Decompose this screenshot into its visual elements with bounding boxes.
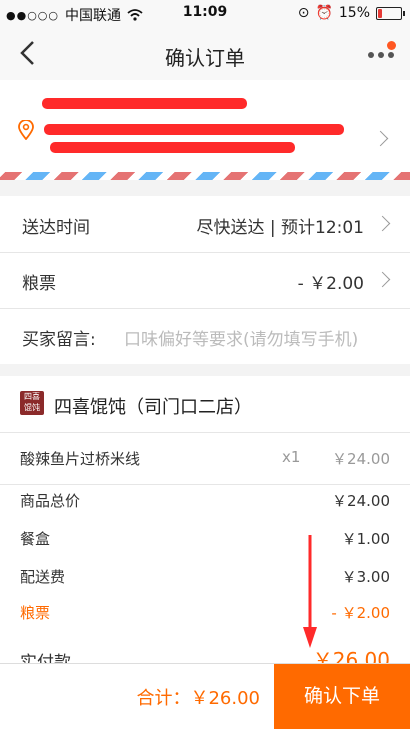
battery-icon — [376, 6, 405, 20]
delivery-fee-label: 配送费 — [20, 568, 66, 586]
shop-header[interactable]: 四喜 馄饨 四喜馄饨（司门口二店） — [0, 376, 410, 433]
subtotal-label: 商品总价 — [20, 492, 81, 510]
address-card[interactable] — [0, 80, 410, 180]
location-pin-icon — [18, 120, 34, 140]
note-label: 买家留言: — [22, 330, 96, 350]
coupon-value: - ￥2.00 — [297, 274, 364, 294]
more-dot-icon — [378, 52, 384, 58]
note-row[interactable]: 买家留言: 口味偏好等要求(请勿填写手机) — [0, 308, 410, 364]
total-label: 合计：￥26.00 — [136, 688, 260, 709]
nav-bar: 确认订单 — [0, 28, 410, 81]
shop-logo: 四喜 馄饨 — [20, 391, 44, 415]
redacted-scribble — [50, 142, 295, 153]
item-qty: x1 — [282, 448, 301, 466]
chevron-right-icon — [374, 215, 391, 232]
box-fee-line: 餐盒 ￥1.00 — [20, 528, 390, 548]
order-detail: 四喜 馄饨 四喜馄饨（司门口二店） 酸辣鱼片过桥米线 x1 ￥24.00 商品总价… — [0, 376, 410, 673]
coupon-row[interactable]: 粮票 - ￥2.00 — [0, 252, 410, 309]
subtotal-line: 商品总价 ￥24.00 — [20, 490, 390, 510]
confirm-order-button[interactable]: 确认下单 — [274, 664, 410, 729]
rotation-lock-icon: ⊙ — [297, 5, 310, 21]
status-right: ⊙ ⏰ 15% — [297, 5, 405, 21]
bottom-bar: 合计：￥26.00 确认下单 — [0, 663, 410, 729]
chevron-right-icon — [374, 271, 391, 288]
page-title: 确认订单 — [165, 46, 245, 70]
box-fee-value: ￥1.00 — [341, 530, 390, 548]
more-dot-icon — [388, 52, 394, 58]
box-fee-label: 餐盒 — [20, 530, 51, 548]
notification-badge — [387, 41, 396, 50]
coupon-discount-label: 粮票 — [20, 604, 51, 622]
redacted-scribble — [42, 98, 247, 109]
envelope-border — [0, 172, 410, 180]
more-dot-icon — [368, 52, 374, 58]
delivery-fee-line: 配送费 ￥3.00 — [20, 566, 390, 586]
battery-label: 15% — [338, 5, 370, 21]
coupon-label: 粮票 — [22, 274, 56, 294]
delivery-time-value: 尽快送达 | 预计12:01 — [196, 218, 364, 238]
delivery-fee-value: ￥3.00 — [341, 568, 390, 586]
list-item: 酸辣鱼片过桥米线 x1 ￥24.00 — [0, 432, 410, 485]
coupon-discount-value: - ￥2.00 — [331, 604, 390, 622]
item-name: 酸辣鱼片过桥米线 — [20, 450, 141, 468]
order-options: 送达时间 尽快送达 | 预计12:01 粮票 - ￥2.00 买家留言: 口味偏… — [0, 196, 410, 364]
alarm-icon: ⏰ — [315, 5, 333, 21]
more-button[interactable] — [364, 40, 400, 70]
redacted-scribble — [44, 124, 344, 135]
chevron-right-icon — [372, 130, 389, 147]
annotation-arrow — [303, 535, 317, 648]
delivery-time-row[interactable]: 送达时间 尽快送达 | 预计12:01 — [0, 196, 410, 253]
item-price: ￥24.00 — [332, 450, 390, 468]
subtotal-value: ￥24.00 — [332, 492, 390, 510]
shop-name: 四喜馄饨（司门口二店） — [54, 397, 252, 418]
delivery-time-label: 送达时间 — [22, 218, 90, 238]
note-input[interactable]: 口味偏好等要求(请勿填写手机) — [124, 325, 358, 350]
status-bar: ●●○○○ 中国联通 11:09 ⊙ ⏰ 15% — [0, 0, 410, 28]
coupon-discount-line: 粮票 - ￥2.00 — [20, 602, 390, 622]
